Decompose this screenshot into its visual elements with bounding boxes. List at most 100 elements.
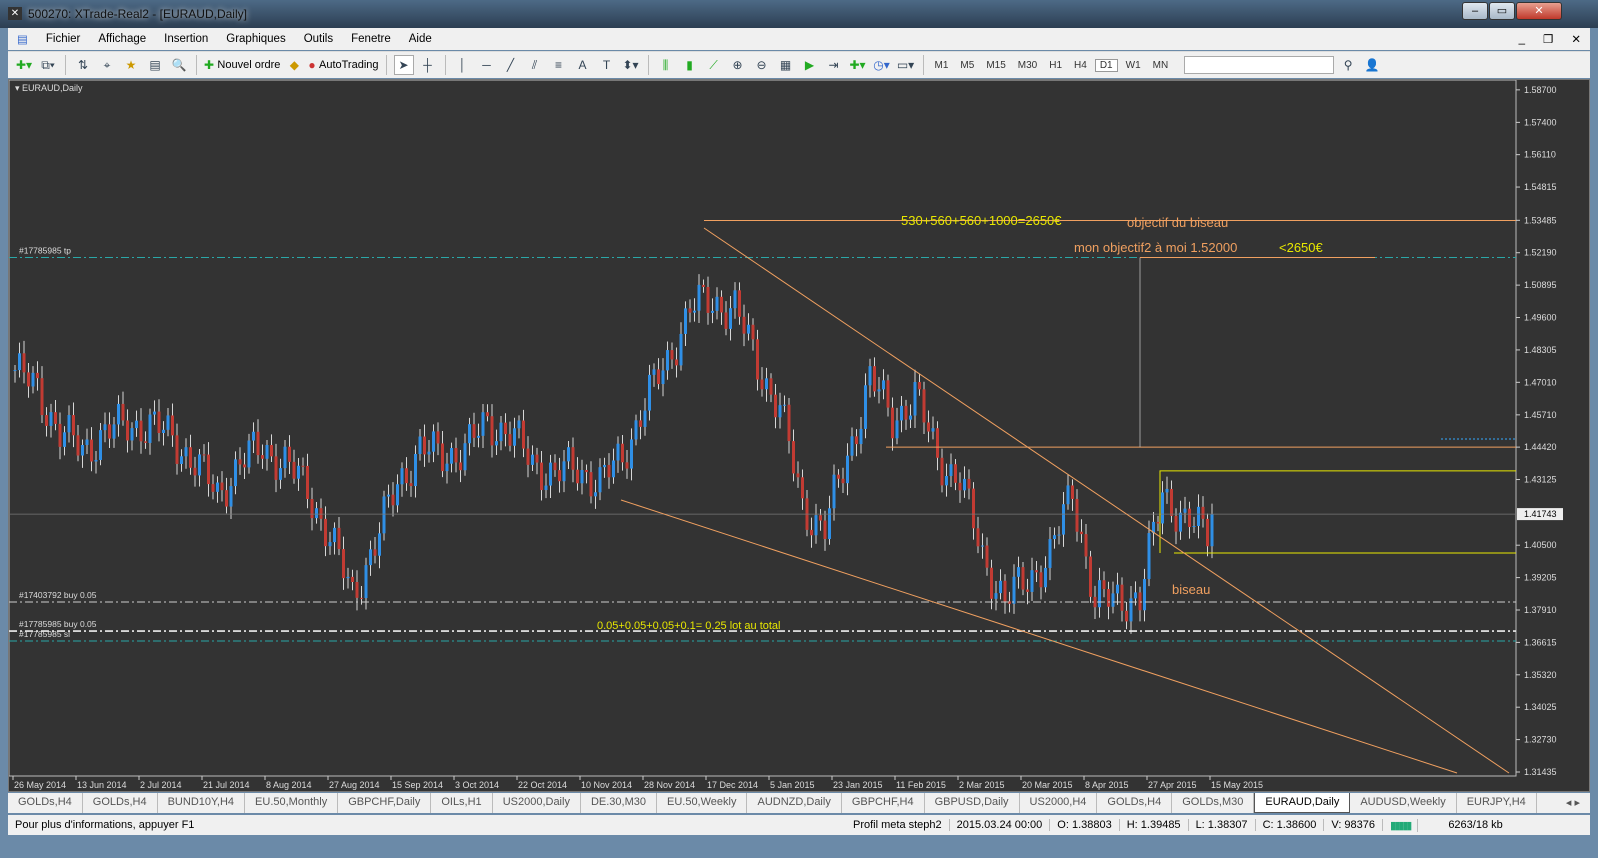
chart-tab[interactable]: GBPCHF,H4 xyxy=(842,793,925,813)
arrows-icon[interactable]: ⬍▾ xyxy=(621,55,641,75)
minimize-button[interactable]: – xyxy=(1462,2,1488,20)
chart-tab[interactable]: GBPCHF,Daily xyxy=(338,793,432,813)
indicators-icon[interactable]: ✚▾ xyxy=(848,55,868,75)
candle-body xyxy=(774,394,777,418)
candle-body xyxy=(990,567,993,599)
menu-affichage[interactable]: Affichage xyxy=(89,33,155,45)
mdi-restore-button[interactable]: ❐ xyxy=(1534,32,1562,46)
candle-body xyxy=(994,593,998,599)
equidistant-channel-icon[interactable]: ⫽ xyxy=(525,55,545,75)
candle-body xyxy=(193,467,197,476)
candle-body xyxy=(814,515,818,536)
tf-d1[interactable]: D1 xyxy=(1094,58,1118,72)
menu-fichier[interactable]: Fichier xyxy=(37,33,90,45)
search-input[interactable] xyxy=(1184,56,1335,74)
search-icon[interactable]: ⚲ xyxy=(1338,55,1358,75)
tf-m5[interactable]: M5 xyxy=(956,60,978,71)
candle-body xyxy=(630,439,633,469)
candle-body xyxy=(153,411,156,415)
status-profile[interactable]: Profil meta steph2 xyxy=(846,819,950,831)
candle-body xyxy=(1017,567,1020,577)
bar-chart-icon[interactable]: ⫼ xyxy=(656,55,676,75)
data-window-icon[interactable]: ⌖ xyxy=(97,55,117,75)
tf-m15[interactable]: M15 xyxy=(982,60,1009,71)
candle-body xyxy=(1192,525,1196,527)
new-chart-icon[interactable]: ✚▾ xyxy=(14,55,34,75)
tf-m1[interactable]: M1 xyxy=(931,60,953,71)
templates-icon[interactable]: ▭▾ xyxy=(896,55,916,75)
autotrading-button[interactable]: ● AutoTrading xyxy=(308,55,378,75)
line-chart-icon[interactable]: ⟋ xyxy=(704,55,724,75)
chart-tab[interactable]: GOLDs,M30 xyxy=(1172,793,1255,813)
profiles-icon[interactable]: ⧉▾ xyxy=(38,55,58,75)
tf-w1[interactable]: W1 xyxy=(1122,60,1145,71)
menu-fenetre[interactable]: Fenetre xyxy=(342,33,400,45)
expert-advisors-icon[interactable]: ◆ xyxy=(284,55,304,75)
chart-tab[interactable]: GOLDs,H4 xyxy=(8,793,83,813)
chart-tab[interactable]: OILs,H1 xyxy=(431,793,493,813)
chart-window[interactable]: ▾ EURAUD,Daily 1.58700 1.57400 1.56110 1.548… xyxy=(8,79,1590,792)
tile-windows-icon[interactable]: ▦ xyxy=(776,55,796,75)
autoscroll-icon[interactable]: ▶ xyxy=(800,55,820,75)
mdi-minimize-button[interactable]: _ xyxy=(1510,33,1534,45)
tab-scroll-arrows[interactable]: ◂ ▸ xyxy=(1556,793,1590,813)
chart-tab[interactable]: EU.50,Weekly xyxy=(657,793,748,813)
vertical-line-icon[interactable]: │ xyxy=(453,55,473,75)
tf-h4[interactable]: H4 xyxy=(1070,60,1091,71)
date-tick-label: 28 Nov 2014 xyxy=(644,780,695,790)
candle-body xyxy=(1179,512,1182,532)
candle-body xyxy=(985,545,989,568)
crosshair-icon[interactable]: ┼ xyxy=(418,55,438,75)
chart-tab[interactable]: US2000,Daily xyxy=(493,793,581,813)
price-chart[interactable]: ▾ EURAUD,Daily 1.58700 1.57400 1.56110 1.548… xyxy=(8,79,1589,791)
chart-tab[interactable]: GOLDs,H4 xyxy=(83,793,158,813)
text-label-icon[interactable]: T xyxy=(597,55,617,75)
horizontal-line-icon[interactable]: ─ xyxy=(477,55,497,75)
maximize-button[interactable]: ▭ xyxy=(1489,2,1515,20)
chart-tab[interactable]: US2000,H4 xyxy=(1020,793,1098,813)
chart-tab[interactable]: EURAUD,Daily xyxy=(1254,793,1351,813)
mdi-close-button[interactable]: ✕ xyxy=(1562,32,1590,46)
periods-icon[interactable]: ◷▾ xyxy=(872,55,892,75)
market-watch-icon[interactable]: ⇅ xyxy=(73,55,93,75)
account-icon[interactable]: 👤 xyxy=(1362,55,1382,75)
tf-h1[interactable]: H1 xyxy=(1045,60,1066,71)
tf-m30[interactable]: M30 xyxy=(1014,60,1041,71)
menu-insertion[interactable]: Insertion xyxy=(155,33,217,45)
chart-tab[interactable]: GOLDs,H4 xyxy=(1097,793,1173,813)
zoom-out-icon[interactable]: ⊖ xyxy=(752,55,772,75)
terminal-icon[interactable]: ▤ xyxy=(145,55,165,75)
menu-outils[interactable]: Outils xyxy=(295,33,342,45)
close-button[interactable]: ✕ xyxy=(1516,2,1562,20)
chart-shift-icon[interactable]: ⇥ xyxy=(824,55,844,75)
cursor-icon[interactable]: ➤ xyxy=(393,55,414,75)
candle-body xyxy=(477,435,480,438)
tf-mn[interactable]: MN xyxy=(1149,60,1173,71)
chart-tab[interactable]: EURJPY,H4 xyxy=(1457,793,1537,813)
chart-tab[interactable]: EU.50,Monthly xyxy=(245,793,339,813)
candle-body xyxy=(531,454,534,465)
chart-tab[interactable]: BUND10Y,H4 xyxy=(158,793,246,813)
candle-body xyxy=(567,447,570,462)
candlestick-icon[interactable]: ▮ xyxy=(680,55,700,75)
candle-body xyxy=(310,499,314,519)
trendline-icon[interactable]: ╱ xyxy=(501,55,521,75)
new-order-button[interactable]: ✚ Nouvel ordre xyxy=(204,55,280,75)
navigator-icon[interactable]: ★ xyxy=(121,55,141,75)
strategy-tester-icon[interactable]: 🔍 xyxy=(169,55,189,75)
menu-graphiques[interactable]: Graphiques xyxy=(217,33,294,45)
fibonacci-icon[interactable]: ≡ xyxy=(549,55,569,75)
chart-tab[interactable]: GBPUSD,Daily xyxy=(925,793,1020,813)
zoom-in-icon[interactable]: ⊕ xyxy=(728,55,748,75)
candle-body xyxy=(54,412,57,424)
text-icon[interactable]: A xyxy=(573,55,593,75)
chart-tab[interactable]: AUDUSD,Weekly xyxy=(1350,793,1457,813)
chart-tab[interactable]: DE.30,M30 xyxy=(581,793,657,813)
candle-body xyxy=(603,464,606,468)
menu-aide[interactable]: Aide xyxy=(400,33,441,45)
candle-body xyxy=(729,308,732,329)
chart-tab[interactable]: AUDNZD,Daily xyxy=(747,793,842,813)
candle-body xyxy=(382,496,386,534)
candle-body xyxy=(81,444,84,456)
candle-body xyxy=(1111,593,1115,607)
